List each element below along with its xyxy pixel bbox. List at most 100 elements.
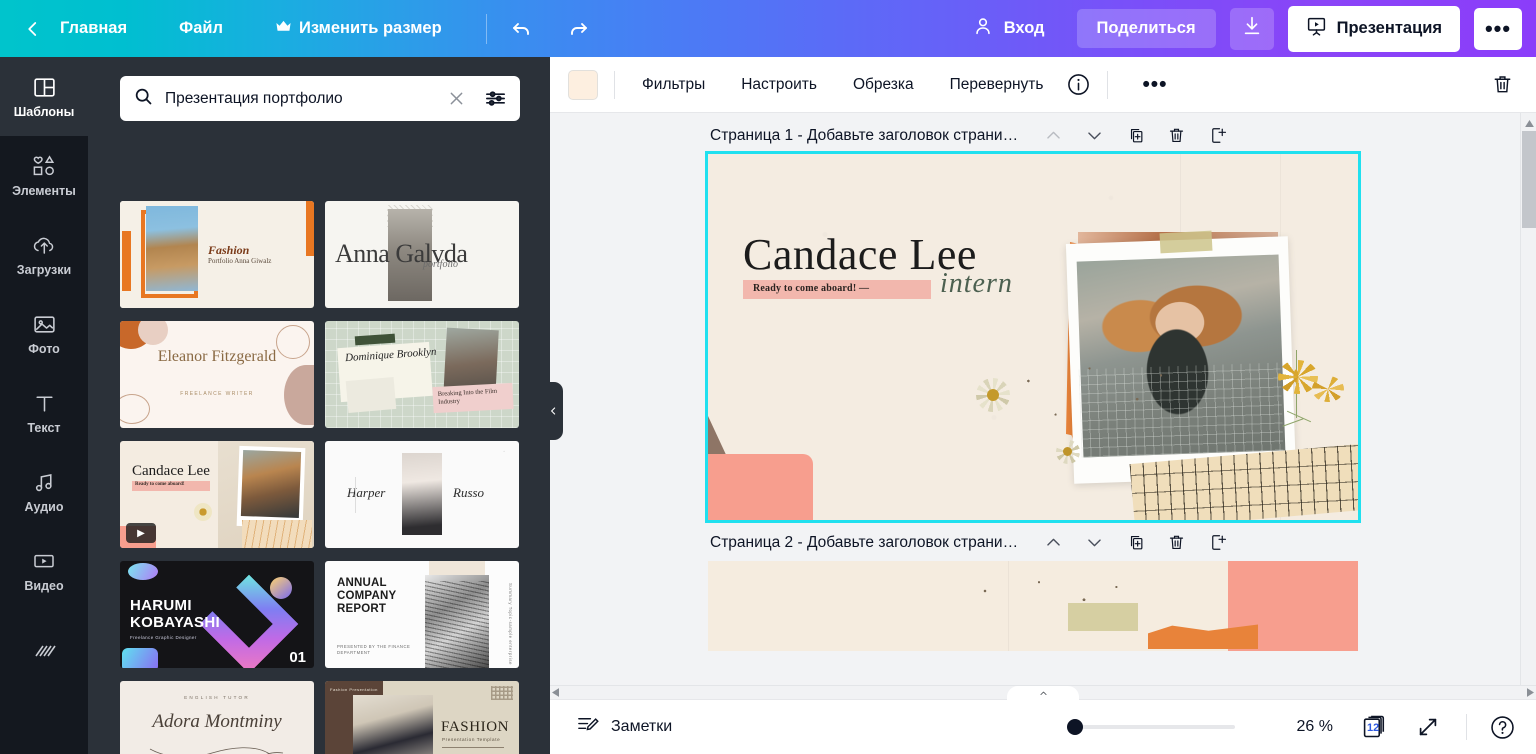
search-box[interactable] <box>120 76 520 121</box>
sidebar-item-photos-label: Фото <box>28 341 60 356</box>
user-icon <box>972 15 994 42</box>
template-card[interactable]: Candace Lee Ready to come aboard! ▶ <box>120 441 314 548</box>
template-card[interactable]: ENGLISH TUTOR Adora Montminy Thanks a lo… <box>120 681 314 754</box>
template-subtitle: portfolio <box>423 259 459 270</box>
template-title: HARUMI KOBAYASHI <box>130 597 220 631</box>
play-icon[interactable]: ▶ <box>126 523 156 543</box>
fullscreen-button[interactable] <box>1416 715 1440 739</box>
zoom-percent-label: 26 % <box>1296 718 1333 735</box>
flip-label: Перевернуть <box>949 75 1044 93</box>
elements-icon <box>30 154 58 179</box>
template-card[interactable]: ANNUAL COMPANY REPORT PRESENTED BY THE F… <box>325 561 519 668</box>
help-button[interactable] <box>1489 714 1516 741</box>
undo-icon[interactable] <box>505 12 539 46</box>
page-header: Страница 1 - Добавьте заголовок страни… <box>710 113 1370 154</box>
text-icon <box>32 391 57 416</box>
nav-home[interactable]: Главная <box>50 11 137 46</box>
flip-button[interactable]: Перевернуть <box>939 68 1055 102</box>
page-title[interactable]: Страница 2 - Добавьте заголовок страни… <box>710 534 1018 552</box>
add-page-icon[interactable] <box>1208 533 1227 552</box>
sidebar-item-uploads[interactable]: Загрузки <box>0 215 88 294</box>
template-subtitle: Ready to come aboard! <box>135 482 185 487</box>
presentation-icon <box>1306 16 1327 42</box>
video-icon <box>31 549 57 574</box>
template-title: Fashion <box>208 243 250 257</box>
trash-icon[interactable] <box>1167 533 1186 552</box>
duplicate-icon[interactable] <box>1126 126 1145 145</box>
slide-script-text[interactable]: intern <box>940 268 1013 300</box>
template-card[interactable]: Eleanor Fitzgerald FREELANCE WRITER <box>120 321 314 428</box>
template-card[interactable]: Anna Galvda portfolio <box>325 201 519 308</box>
page-title[interactable]: Страница 1 - Добавьте заголовок страни… <box>710 127 1018 145</box>
chevron-down-icon[interactable] <box>1085 126 1104 145</box>
share-button[interactable]: Поделиться <box>1076 9 1216 48</box>
add-page-icon[interactable] <box>1208 126 1227 145</box>
sidebar-item-text[interactable]: Текст <box>0 373 88 452</box>
sliders-icon[interactable] <box>480 87 507 110</box>
chevron-up-icon[interactable] <box>1044 533 1063 552</box>
template-card[interactable]: Fashion Portfolio Anna Giwalz <box>120 201 314 308</box>
upload-cloud-icon <box>31 233 58 258</box>
trash-icon[interactable] <box>1167 126 1186 145</box>
sidebar-item-photos[interactable]: Фото <box>0 294 88 373</box>
delete-element-button[interactable] <box>1491 73 1514 96</box>
template-title: Adora Montminy <box>152 711 282 732</box>
scroll-up-arrow-icon[interactable] <box>1521 115 1536 131</box>
chevron-down-icon[interactable] <box>1085 533 1104 552</box>
crown-icon <box>275 19 292 38</box>
search-input[interactable] <box>165 89 433 108</box>
crop-button[interactable]: Обрезка <box>842 68 925 102</box>
close-icon[interactable] <box>444 87 469 110</box>
canvas-scrollbar-thumb[interactable] <box>1522 131 1536 228</box>
template-card[interactable]: Fashion Presentation FASHION Presentatio… <box>325 681 519 754</box>
collapse-panel-button[interactable] <box>544 382 563 440</box>
slide-canvas-page-2[interactable] <box>708 561 1358 651</box>
adjust-button[interactable]: Настроить <box>730 68 828 102</box>
templates-list[interactable]: Fashion Portfolio Anna Giwalz Anna Galvd… <box>88 189 550 754</box>
color-swatch-button[interactable] <box>568 69 598 100</box>
template-subtitle: FREELANCE WRITER <box>180 391 254 397</box>
page-header: Страница 2 - Добавьте заголовок страни… <box>710 520 1370 561</box>
zoom-slider-handle[interactable] <box>1066 719 1083 735</box>
background-icon <box>31 637 57 662</box>
notes-button[interactable]: Заметки <box>566 707 682 747</box>
zoom-slider[interactable] <box>1066 719 1235 735</box>
filters-button[interactable]: Фильтры <box>631 68 716 102</box>
slide-canvas-page-1[interactable]: Candace Lee Ready to come aboard! — inte… <box>705 151 1361 523</box>
notes-collapse-tab[interactable] <box>1007 686 1079 708</box>
info-icon[interactable] <box>1066 72 1091 97</box>
present-label: Презентация <box>1336 19 1442 37</box>
login-button[interactable]: Вход <box>962 8 1055 49</box>
template-card[interactable]: HARUMI KOBAYASHI Freelance Graphic Desig… <box>120 561 314 668</box>
template-subtitle: Freelance Graphic Designer <box>130 635 197 640</box>
search-area <box>88 57 550 121</box>
page-count-button[interactable]: 12 <box>1361 714 1388 741</box>
nav-file[interactable]: Файл <box>169 11 233 46</box>
sidebar-item-background[interactable] <box>0 610 88 689</box>
redo-icon[interactable] <box>561 12 595 46</box>
canvas-scroll-area[interactable]: Страница 1 - Добавьте заголовок страни… <box>550 113 1536 699</box>
template-subtitle: Presentation Template <box>442 737 501 742</box>
slide-badge-text[interactable]: Ready to come aboard! — <box>753 283 869 294</box>
template-subtitle: PRESENTED BY THE FINANCE DEPARTMENT <box>337 644 411 655</box>
sidebar-item-templates-label: Шаблоны <box>13 104 75 119</box>
canvas-vertical-scrollbar[interactable] <box>1520 113 1536 699</box>
sidebar-item-video[interactable]: Видео <box>0 531 88 610</box>
download-button[interactable] <box>1229 7 1274 50</box>
back-icon[interactable] <box>22 18 44 40</box>
zoom-control[interactable]: 26 % <box>1066 718 1333 736</box>
toolbar-divider <box>614 70 615 99</box>
more-options-button[interactable]: ••• <box>1474 7 1522 50</box>
page-count-label: 12 <box>1367 721 1380 734</box>
present-button[interactable]: Презентация <box>1287 5 1460 52</box>
template-title: Candace Lee <box>132 463 210 479</box>
chevron-up-icon[interactable] <box>1044 126 1063 145</box>
sidebar-item-audio[interactable]: Аудио <box>0 452 88 531</box>
template-card[interactable]: Dominique Brooklyn Breaking Into the Fil… <box>325 321 519 428</box>
template-card[interactable]: Harper Russo ◦ Harper Russo <box>325 441 519 548</box>
duplicate-icon[interactable] <box>1126 533 1145 552</box>
sidebar-item-audio-label: Аудио <box>24 499 64 514</box>
nav-resize[interactable]: Изменить размер <box>265 11 452 46</box>
sidebar-item-templates[interactable]: Шаблоны <box>0 57 88 136</box>
sidebar-item-elements[interactable]: Элементы <box>0 136 88 215</box>
